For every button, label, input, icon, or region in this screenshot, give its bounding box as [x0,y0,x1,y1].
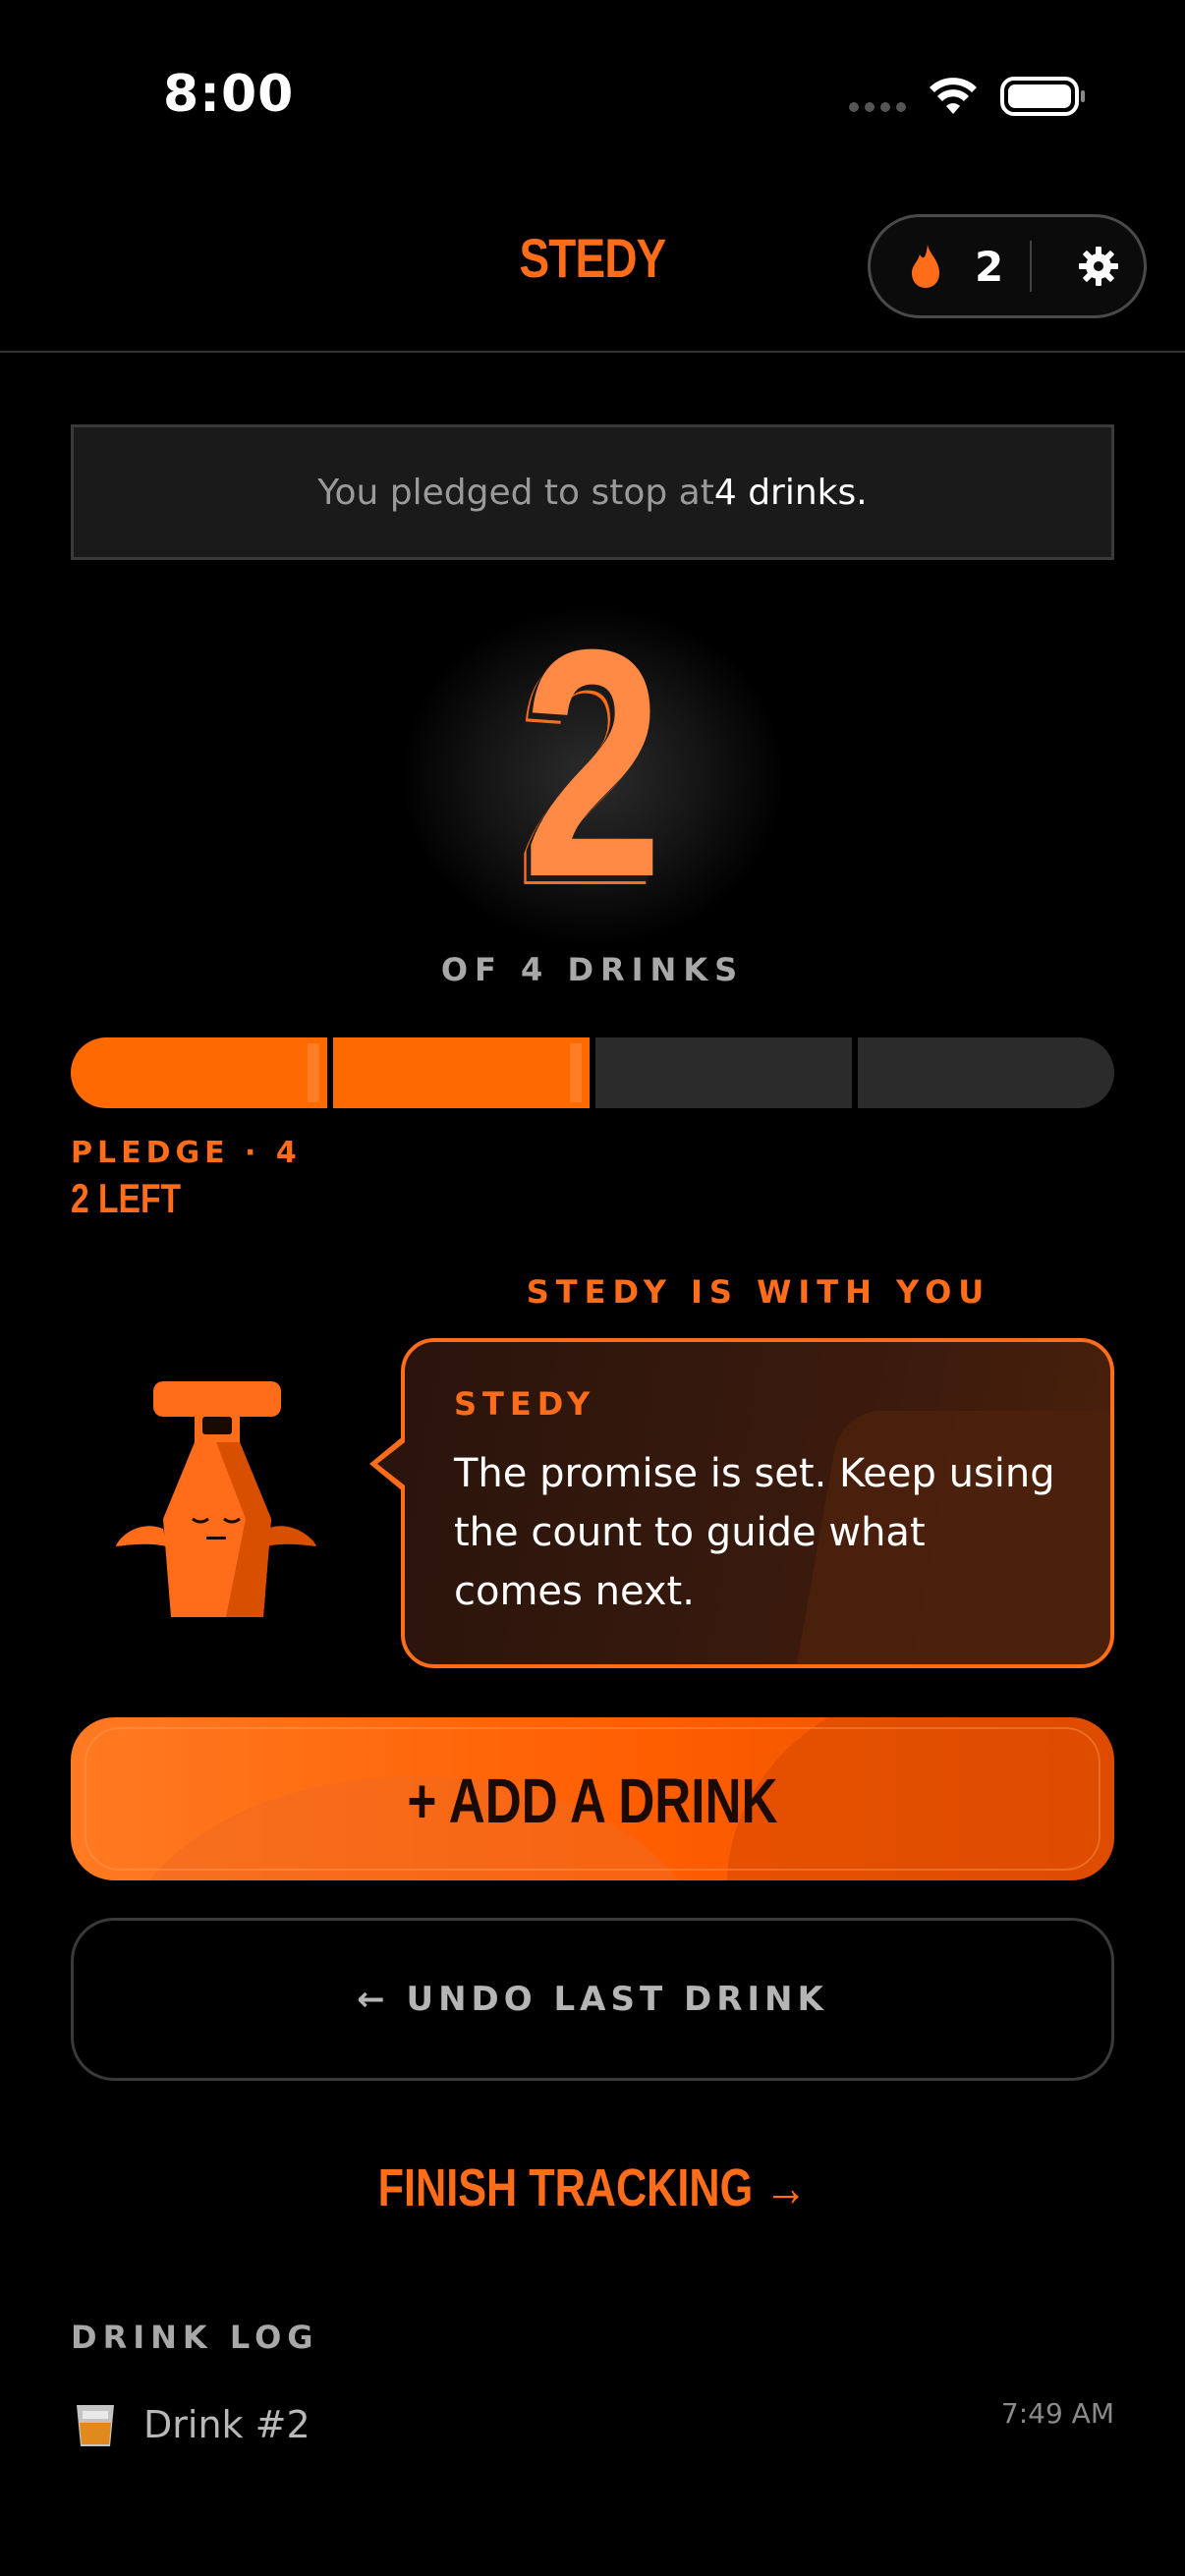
progress-segment [71,1037,327,1108]
finish-tracking-link[interactable]: FINISH TRACKING → [119,2157,1067,2218]
undo-last-drink-button[interactable]: ← UNDO LAST DRINK [71,1918,1114,2081]
add-drink-label: + ADD A DRINK [407,1765,778,1836]
pledge-banner-text: You pledged to stop at [317,472,714,513]
companion-name: STEDY [454,1385,596,1423]
streak-count: 2 [975,242,1004,291]
log-entry-name: Drink #2 [143,2403,310,2446]
stedy-mascot-bottle [116,1381,316,1617]
battery-icon [1000,77,1085,116]
drink-counter: 2 [522,582,663,944]
counter-caption: OF 4 DRINKS [440,951,745,988]
whiskey-glass-icon [77,2405,114,2446]
cellular-signal-icon [849,102,908,114]
pledge-label: PLEDGE · 4 [71,1136,302,1170]
gear-icon[interactable] [1077,245,1120,288]
pill-divider [1030,241,1032,292]
progress-segment [595,1037,852,1108]
drinks-left-label: 2 LEFT [71,1175,182,1221]
pledge-progress-bar [71,1037,1114,1108]
pledge-banner: You pledged to stop at 4 drinks. [71,424,1114,560]
header-divider [0,351,1185,353]
log-entry-time: 7:49 AM [1000,2397,1114,2430]
progress-segment [333,1037,590,1108]
wifi-icon [930,78,977,114]
streak-settings-pill[interactable]: 2 [868,214,1147,318]
drink-log-title: DRINK LOG [71,2319,319,2356]
companion-heading: STEDY IS WITH YOU [526,1273,991,1311]
add-drink-button[interactable]: + ADD A DRINK [71,1717,1114,1880]
pledge-banner-highlight: 4 drinks. [713,472,868,513]
status-time: 8:00 [163,65,295,124]
bubble-tail-inner [377,1442,405,1485]
flame-icon [912,245,939,288]
companion-message: The promise is set. Keep using the count… [454,1451,1055,1614]
progress-segment [858,1037,1114,1108]
